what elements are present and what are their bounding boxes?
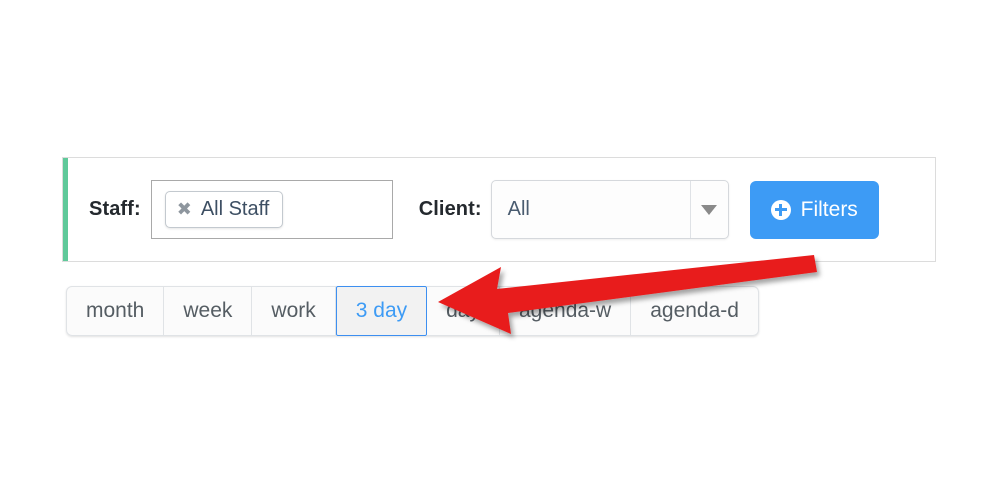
staff-select[interactable]: ✖ All Staff	[150, 180, 393, 239]
view-button-month[interactable]: month	[66, 286, 165, 336]
view-button-day[interactable]: day	[427, 286, 500, 336]
plus-circle-icon	[770, 199, 791, 220]
filters-button[interactable]: Filters	[749, 180, 879, 239]
view-button-label: agenda-w	[518, 299, 612, 322]
view-switcher-group: month week work 3 day day agenda-w agend…	[66, 286, 759, 336]
chevron-down-icon	[701, 204, 718, 215]
view-button-label: 3 day	[355, 299, 408, 322]
view-button-label: agenda-d	[650, 299, 739, 322]
filters-button-label: Filters	[800, 197, 858, 221]
staff-label: Staff:	[89, 198, 141, 220]
view-button-work[interactable]: work	[252, 286, 336, 336]
view-button-agenda-w[interactable]: agenda-w	[499, 286, 632, 336]
view-button-label: day	[446, 299, 480, 322]
client-dropdown-toggle[interactable]	[689, 181, 728, 238]
client-select[interactable]: All	[490, 180, 729, 239]
staff-tag-label: All Staff	[200, 198, 270, 220]
panel-accent-bar	[63, 158, 68, 261]
filter-row: Staff: ✖ All Staff Client: All Filters	[63, 180, 935, 239]
view-button-label: work	[271, 299, 316, 322]
client-label: Client:	[418, 198, 482, 220]
close-x-icon[interactable]: ✖	[177, 200, 192, 219]
view-button-week[interactable]: week	[164, 286, 253, 336]
view-button-3-day[interactable]: 3 day	[335, 286, 428, 336]
screenshot-stage: Staff: ✖ All Staff Client: All Filters m…	[0, 0, 1000, 500]
view-button-agenda-d[interactable]: agenda-d	[631, 286, 759, 336]
filter-panel: Staff: ✖ All Staff Client: All Filters	[62, 157, 936, 262]
staff-tag-all-staff[interactable]: ✖ All Staff	[164, 191, 284, 228]
client-selected-value: All	[507, 198, 530, 220]
view-button-label: month	[86, 299, 145, 322]
view-button-label: week	[183, 299, 233, 322]
